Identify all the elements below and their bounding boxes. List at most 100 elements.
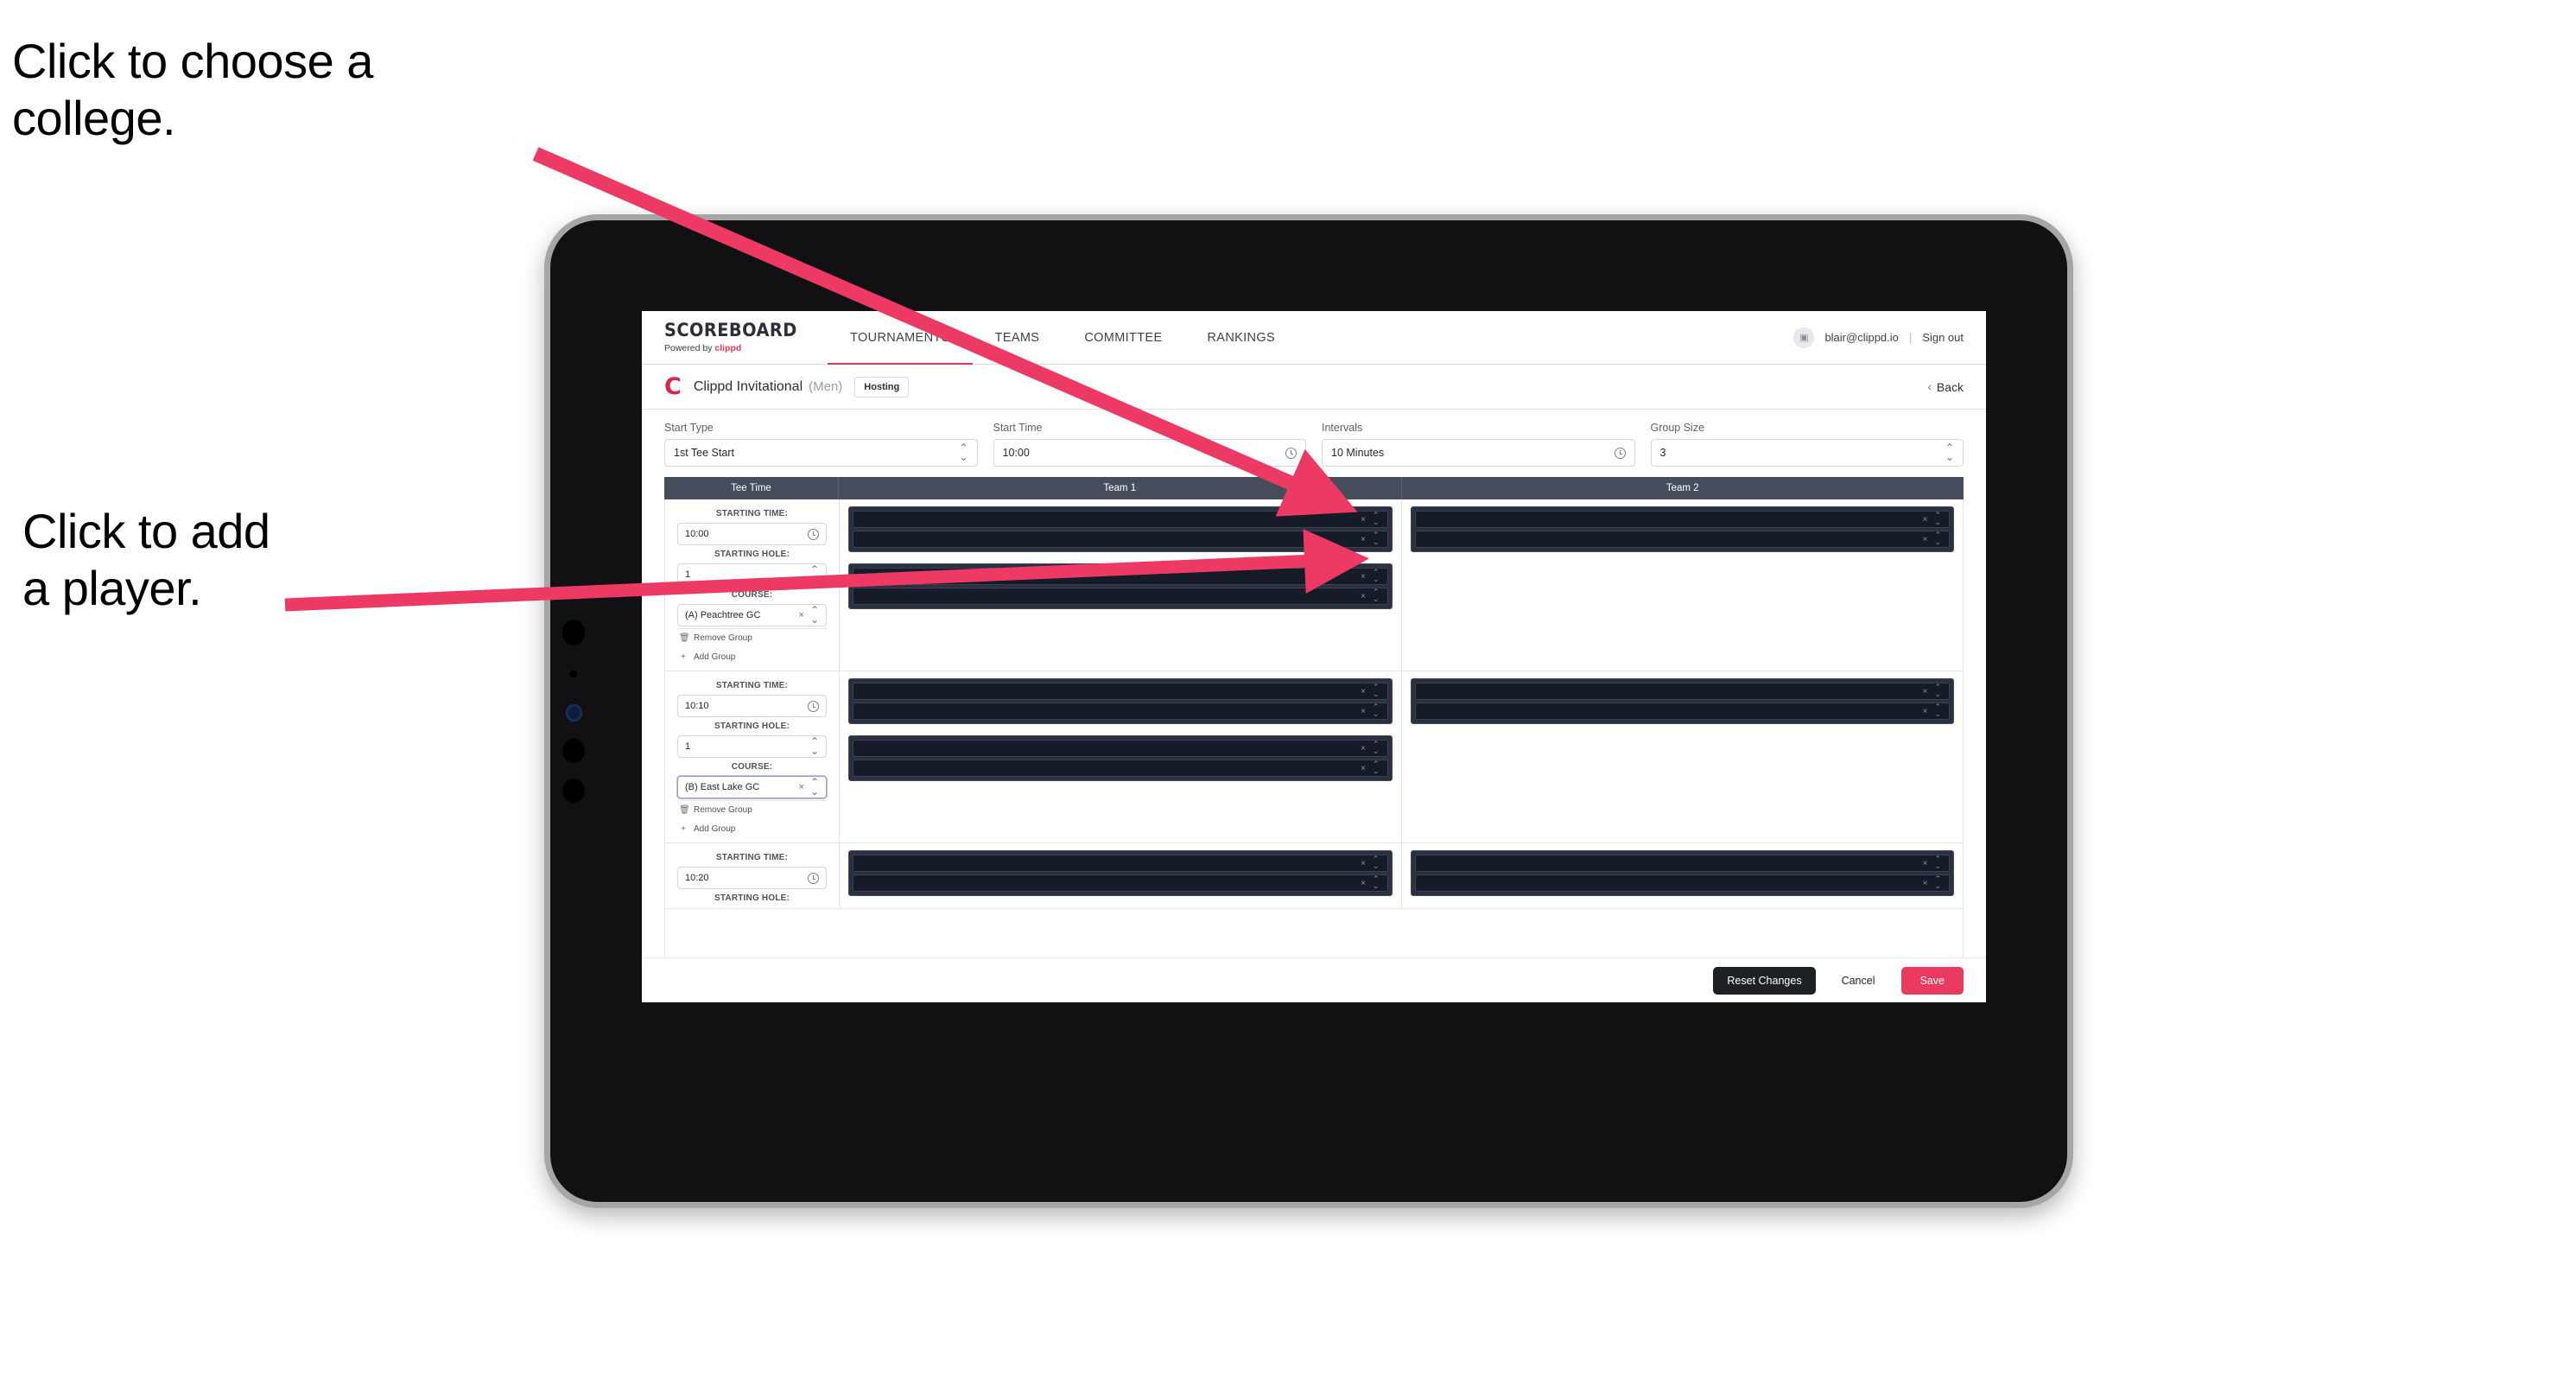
cancel-button[interactable]: Cancel [1830, 967, 1888, 995]
player-select-row[interactable]: × ⌃ ⌄ [1414, 531, 1950, 548]
starting-time-input[interactable]: 10:10 [677, 695, 827, 717]
player-select-row[interactable]: × ⌃ ⌄ [853, 874, 1388, 892]
chevron-updown-icon[interactable]: ⌃ ⌄ [1934, 855, 1941, 870]
intervals-input[interactable]: 10 Minutes [1322, 439, 1635, 467]
label-starting-time: STARTING TIME: [715, 509, 789, 518]
clear-icon[interactable]: × [1361, 572, 1366, 582]
clear-icon[interactable]: × [1361, 515, 1366, 525]
clock-icon[interactable] [808, 700, 819, 712]
nav-tab-rankings[interactable]: RANKINGS [1184, 311, 1298, 364]
chevron-updown-icon[interactable]: ⌃ ⌄ [959, 442, 968, 462]
starting-hole-input[interactable]: 1 ⌃ ⌄ [677, 735, 827, 758]
player-group-panel: × ⌃ ⌄ × ⌃ ⌄ [848, 850, 1393, 896]
player-select-row[interactable]: × ⌃ ⌄ [1414, 855, 1950, 872]
clear-icon[interactable]: × [1361, 592, 1366, 601]
clock-icon[interactable] [1285, 447, 1297, 459]
clock-icon[interactable] [808, 872, 819, 884]
clock-icon[interactable] [808, 528, 819, 540]
starting-time-input[interactable]: 10:00 [677, 523, 827, 545]
add-group-button[interactable]: + Add Group [677, 648, 827, 665]
chevron-updown-icon[interactable]: ⌃ ⌄ [1373, 703, 1380, 718]
chevron-updown-icon[interactable]: ⌃ ⌄ [1373, 569, 1380, 583]
chevron-updown-icon[interactable]: ⌃ ⌄ [810, 605, 819, 625]
clear-icon[interactable]: × [1361, 764, 1366, 773]
nav-tab-teams[interactable]: TEAMS [973, 311, 1063, 364]
nav-tabs: TOURNAMENTS TEAMS COMMITTEE RANKINGS [828, 311, 1298, 365]
clear-icon[interactable]: × [1361, 744, 1366, 753]
clear-icon[interactable]: × [1361, 879, 1366, 888]
player-select-row[interactable]: × ⌃ ⌄ [853, 588, 1388, 605]
chevron-updown-icon[interactable]: ⌃ ⌄ [1373, 875, 1380, 890]
label-course: COURSE: [731, 762, 773, 772]
course-select[interactable]: (A) Peachtree GC × ⌃ ⌄ [677, 604, 827, 626]
starting-hole-input[interactable]: 1 ⌃ ⌄ [677, 563, 827, 586]
player-select-row[interactable]: × ⌃ ⌄ [853, 855, 1388, 872]
starting-time-input[interactable]: 10:20 [677, 867, 827, 889]
start-type-select[interactable]: 1st Tee Start ⌃ ⌄ [664, 439, 978, 467]
chevron-updown-icon[interactable]: ⌃ ⌄ [1373, 531, 1380, 546]
player-select-row[interactable]: × ⌃ ⌄ [853, 531, 1388, 548]
player-select-row[interactable]: × ⌃ ⌄ [1414, 683, 1950, 700]
field-group-size: Group Size 3 ⌃ ⌄ [1650, 422, 1964, 467]
label-course: COURSE: [731, 590, 773, 600]
logo-sub-prefix: Powered by [664, 343, 715, 353]
chevron-updown-icon[interactable]: ⌃ ⌄ [810, 777, 819, 797]
player-select-row[interactable]: × ⌃ ⌄ [1414, 874, 1950, 892]
remove-group-button[interactable]: 🗑 Remove Group [677, 628, 827, 646]
chevron-updown-icon[interactable]: ⌃ ⌄ [1373, 760, 1380, 775]
chevron-updown-icon[interactable]: ⌃ ⌄ [1934, 531, 1941, 546]
sign-out-link[interactable]: Sign out [1922, 331, 1964, 344]
chevron-updown-icon[interactable]: ⌃ ⌄ [1373, 741, 1380, 755]
chevron-updown-icon[interactable]: ⌃ ⌄ [1373, 855, 1380, 870]
clear-icon[interactable]: × [1923, 535, 1928, 544]
app-window: SCOREBOARD Powered by clippd TOURNAMENTS… [642, 311, 1986, 1002]
user-icon[interactable]: ▣ [1793, 327, 1815, 348]
player-select-row[interactable]: × ⌃ ⌄ [853, 683, 1388, 700]
clear-icon[interactable]: × [799, 782, 804, 792]
clear-icon[interactable]: × [1361, 535, 1366, 544]
clear-icon[interactable]: × [1361, 707, 1366, 716]
player-select-row[interactable]: × ⌃ ⌄ [853, 760, 1388, 777]
nav-tab-tournaments[interactable]: TOURNAMENTS [828, 311, 973, 365]
reset-changes-button[interactable]: Reset Changes [1713, 966, 1816, 995]
chevron-updown-icon[interactable]: ⌃ ⌄ [1945, 442, 1954, 462]
label-start-time: Start Time [993, 422, 1043, 434]
course-select[interactable]: (B) East Lake GC × ⌃ ⌄ [677, 776, 827, 798]
clear-icon[interactable]: × [1923, 879, 1928, 888]
clear-icon[interactable]: × [799, 610, 804, 620]
clear-icon[interactable]: × [1923, 515, 1928, 525]
back-button[interactable]: ‹ Back [1928, 380, 1964, 394]
chevron-updown-icon[interactable]: ⌃ ⌄ [1934, 683, 1941, 698]
add-group-button-icon: + [681, 824, 686, 834]
player-select-row[interactable]: × ⌃ ⌄ [1414, 511, 1950, 528]
team2-cell: × ⌃ ⌄ × ⌃ ⌄ [1402, 843, 1964, 908]
chevron-updown-icon[interactable]: ⌃ ⌄ [1934, 703, 1941, 718]
label-starting-hole: STARTING HOLE: [714, 893, 790, 903]
chevron-updown-icon[interactable]: ⌃ ⌄ [1373, 512, 1380, 526]
player-select-row[interactable]: × ⌃ ⌄ [1414, 703, 1950, 720]
chevron-updown-icon[interactable]: ⌃ ⌄ [1934, 512, 1941, 526]
start-time-input[interactable]: 10:00 [993, 439, 1306, 467]
player-select-row[interactable]: × ⌃ ⌄ [853, 740, 1388, 757]
chevron-updown-icon[interactable]: ⌃ ⌄ [810, 564, 819, 584]
clear-icon[interactable]: × [1361, 859, 1366, 868]
player-select-row[interactable]: × ⌃ ⌄ [853, 568, 1388, 585]
remove-group-button[interactable]: 🗑 Remove Group [677, 800, 827, 818]
column-header-tee-time: Tee Time [664, 477, 839, 499]
chevron-updown-icon[interactable]: ⌃ ⌄ [810, 736, 819, 756]
player-select-row[interactable]: × ⌃ ⌄ [853, 511, 1388, 528]
nav-tab-committee[interactable]: COMMITTEE [1062, 311, 1184, 364]
clear-icon[interactable]: × [1923, 707, 1928, 716]
clock-icon[interactable] [1614, 447, 1626, 459]
app-logo[interactable]: SCOREBOARD Powered by clippd [642, 311, 828, 364]
add-group-button[interactable]: + Add Group [677, 820, 827, 837]
chevron-updown-icon[interactable]: ⌃ ⌄ [1373, 588, 1380, 603]
player-select-row[interactable]: × ⌃ ⌄ [853, 703, 1388, 720]
chevron-updown-icon[interactable]: ⌃ ⌄ [1934, 875, 1941, 890]
clear-icon[interactable]: × [1923, 687, 1928, 696]
group-size-select[interactable]: 3 ⌃ ⌄ [1650, 439, 1964, 467]
clear-icon[interactable]: × [1361, 687, 1366, 696]
save-button[interactable]: Save [1900, 966, 1964, 995]
clear-icon[interactable]: × [1923, 859, 1928, 868]
chevron-updown-icon[interactable]: ⌃ ⌄ [1373, 683, 1380, 698]
